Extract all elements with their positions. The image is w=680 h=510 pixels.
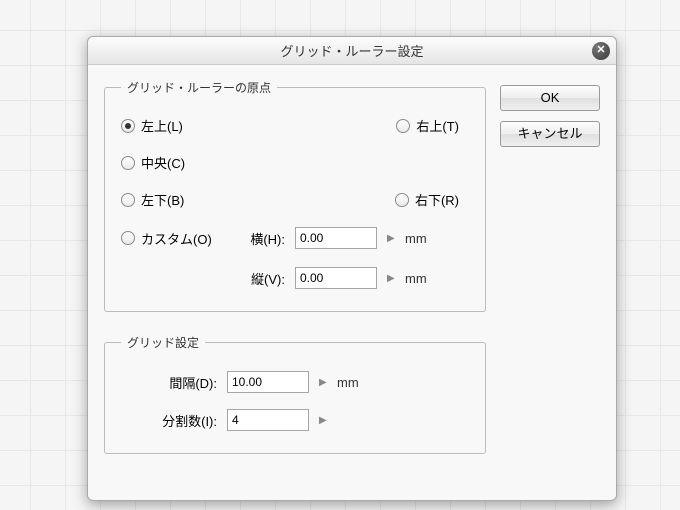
origin-bottom-left-radio[interactable]: 左下(B) bbox=[121, 190, 295, 209]
horiz-label: 横(H): bbox=[233, 229, 285, 248]
divisions-input[interactable] bbox=[227, 409, 309, 431]
origin-vert-row: 縦(V): ▶ mm bbox=[121, 267, 469, 289]
origin-custom-radio[interactable]: カスタム(O) bbox=[121, 229, 223, 248]
origin-legend: グリッド・ルーラーの原点 bbox=[121, 79, 277, 96]
divisions-row: 分割数(I): ▶ bbox=[121, 409, 469, 431]
spacing-label: 間隔(D): bbox=[153, 373, 217, 392]
radio-icon bbox=[395, 193, 409, 207]
titlebar[interactable]: グリッド・ルーラー設定 ✕ bbox=[88, 37, 616, 65]
radio-icon bbox=[121, 231, 135, 245]
chevron-right-icon[interactable]: ▶ bbox=[319, 415, 327, 426]
action-buttons: OK キャンセル bbox=[500, 79, 600, 476]
radio-icon bbox=[396, 119, 410, 133]
vert-input[interactable] bbox=[295, 267, 377, 289]
ok-button[interactable]: OK bbox=[500, 85, 600, 111]
chevron-right-icon[interactable]: ▶ bbox=[319, 377, 327, 388]
grid-settings-group: グリッド設定 間隔(D): ▶ mm 分割数(I): ▶ bbox=[104, 334, 486, 454]
horiz-unit: mm bbox=[405, 231, 429, 246]
origin-center-radio[interactable]: 中央(C) bbox=[121, 153, 469, 172]
origin-top-right-radio[interactable]: 右上(T) bbox=[396, 116, 469, 135]
spacing-input[interactable] bbox=[227, 371, 309, 393]
dialog-title: グリッド・ルーラー設定 bbox=[280, 41, 423, 60]
radio-icon bbox=[121, 119, 135, 133]
origin-group: グリッド・ルーラーの原点 左上(L) 右上(T) 中央(C) bbox=[104, 79, 486, 312]
cancel-button[interactable]: キャンセル bbox=[500, 121, 600, 147]
grid-ruler-settings-dialog: グリッド・ルーラー設定 ✕ グリッド・ルーラーの原点 左上(L) 右上(T) bbox=[87, 36, 617, 501]
radio-label: 中央(C) bbox=[141, 153, 185, 172]
radio-label: カスタム(O) bbox=[141, 229, 212, 248]
radio-label: 右上(T) bbox=[416, 116, 459, 135]
chevron-right-icon[interactable]: ▶ bbox=[387, 273, 395, 284]
radio-icon bbox=[121, 193, 135, 207]
origin-radio-grid: 左上(L) 右上(T) 中央(C) 左下(B) bbox=[121, 116, 469, 209]
spacing-row: 間隔(D): ▶ mm bbox=[121, 371, 469, 393]
origin-custom-row: カスタム(O) 横(H): ▶ mm bbox=[121, 227, 469, 249]
divisions-label: 分割数(I): bbox=[153, 411, 217, 430]
spacing-unit: mm bbox=[337, 375, 361, 390]
settings-column: グリッド・ルーラーの原点 左上(L) 右上(T) 中央(C) bbox=[104, 79, 486, 476]
origin-top-left-radio[interactable]: 左上(L) bbox=[121, 116, 295, 135]
grid-settings-legend: グリッド設定 bbox=[121, 334, 205, 351]
vert-unit: mm bbox=[405, 271, 429, 286]
radio-icon bbox=[121, 156, 135, 170]
radio-label: 左下(B) bbox=[141, 190, 184, 209]
horiz-input[interactable] bbox=[295, 227, 377, 249]
origin-bottom-right-radio[interactable]: 右下(R) bbox=[395, 190, 469, 209]
radio-label: 右下(R) bbox=[415, 190, 459, 209]
radio-label: 左上(L) bbox=[141, 116, 183, 135]
chevron-right-icon[interactable]: ▶ bbox=[387, 233, 395, 244]
dialog-body: グリッド・ルーラーの原点 左上(L) 右上(T) 中央(C) bbox=[88, 65, 616, 500]
close-icon[interactable]: ✕ bbox=[592, 42, 610, 60]
vert-label: 縦(V): bbox=[233, 269, 285, 288]
